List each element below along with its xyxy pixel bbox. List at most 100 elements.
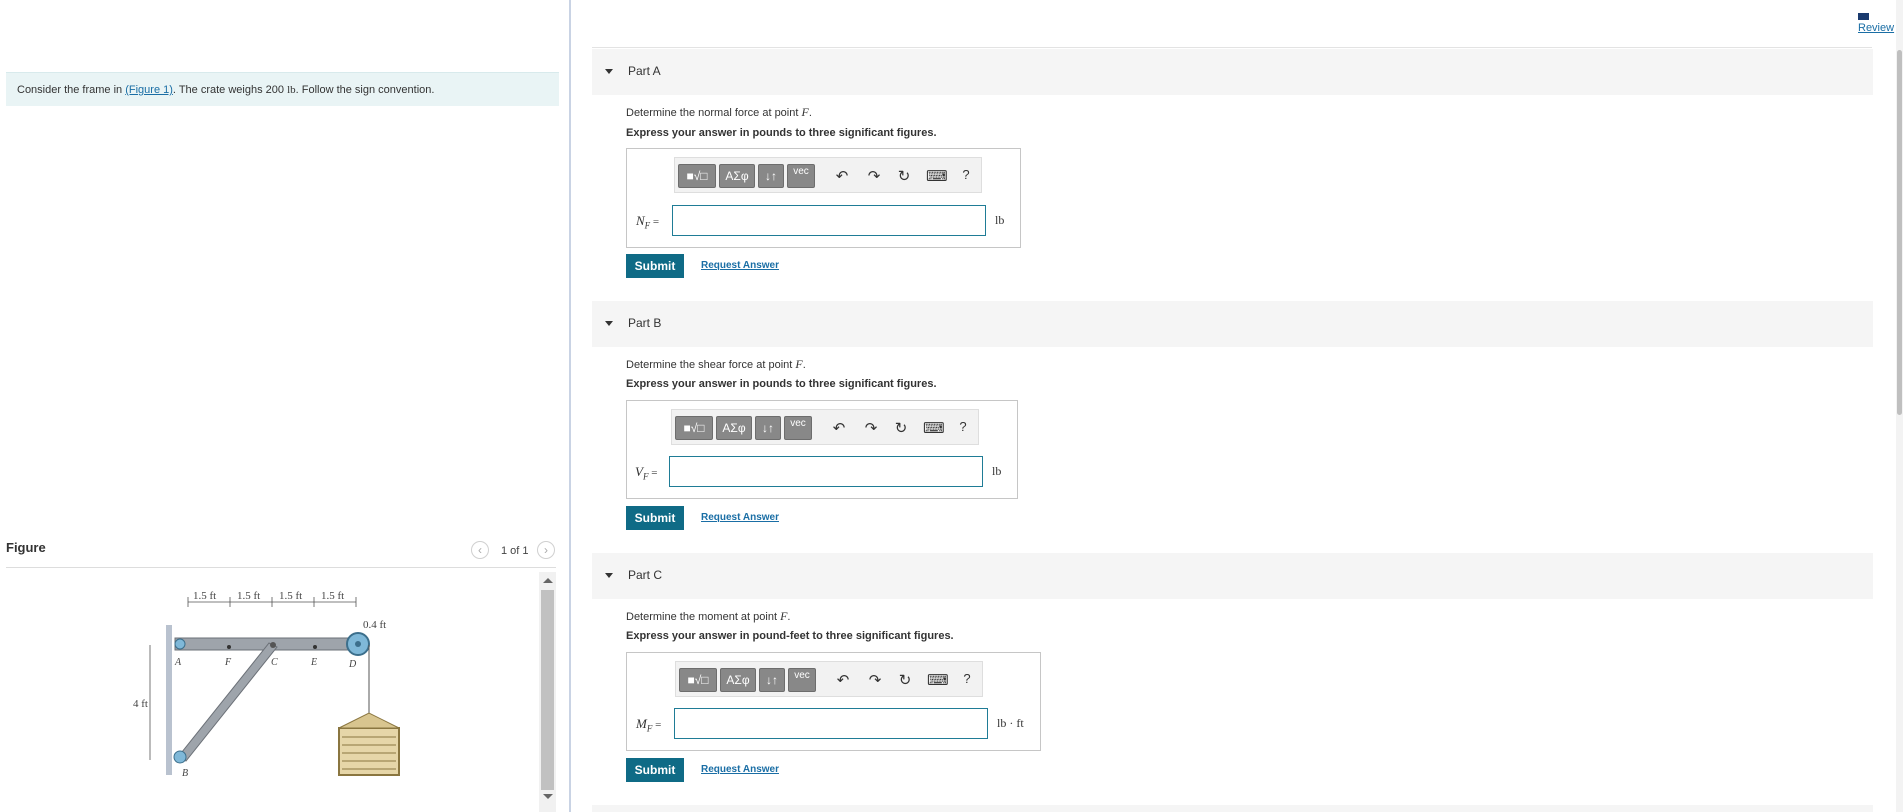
- label-e: E: [310, 657, 317, 668]
- redo-icon[interactable]: ↷: [862, 419, 880, 437]
- point-e-marker: [313, 645, 317, 649]
- part-c-answer-box: ■√□ AΣφ ↓↑ vec ↶ ↷ ↻ ⌨ ? MF = lb · ft: [626, 652, 1041, 751]
- part-a-point: F: [801, 105, 809, 119]
- part-a-header[interactable]: Part A: [592, 49, 1873, 95]
- part-a-math-toolbar: ■√□ AΣφ ↓↑ vec ↶ ↷ ↻ ⌨ ?: [674, 157, 982, 193]
- part-a-answer-input[interactable]: [672, 205, 986, 236]
- part-b-answer-box: ■√□ AΣφ ↓↑ vec ↶ ↷ ↻ ⌨ ? VF = lb: [626, 400, 1018, 499]
- part-a-variable: NF =: [636, 213, 659, 231]
- part-b-answer-input[interactable]: [669, 456, 983, 487]
- part-a-submit-button[interactable]: Submit: [626, 254, 684, 278]
- undo-icon[interactable]: ↶: [834, 671, 852, 689]
- part-b-label: Part B: [628, 316, 662, 330]
- arrows-button[interactable]: ↓↑: [758, 164, 784, 188]
- part-c-variable: MF =: [636, 716, 661, 734]
- caret-down-icon: [605, 69, 613, 74]
- part-a-request-answer[interactable]: Request Answer: [701, 260, 779, 271]
- review-label: Review: [1858, 22, 1895, 34]
- part-c-unit: lb · ft: [997, 716, 1024, 730]
- dim-label-4: 1.5 ft: [321, 590, 344, 602]
- intro-prefix: Consider the frame in: [17, 84, 126, 96]
- keyboard-icon[interactable]: ⌨: [927, 671, 949, 689]
- help-icon[interactable]: ?: [954, 419, 972, 434]
- label-c: C: [271, 657, 278, 668]
- part-b-header[interactable]: Part B: [592, 301, 1873, 347]
- chevron-right-icon[interactable]: ›: [537, 541, 555, 559]
- pin-c: [270, 642, 276, 648]
- part-b-request-answer[interactable]: Request Answer: [701, 512, 779, 523]
- pin-b: [173, 750, 187, 764]
- figure-divider: [6, 567, 556, 568]
- intro-unit: lb: [287, 84, 296, 96]
- left-pane: Consider the frame in (Figure 1). The cr…: [0, 0, 569, 812]
- book-icon: [1858, 12, 1869, 20]
- part-a-instructions: Express your answer in pounds to three s…: [626, 127, 937, 139]
- part-b-point: F: [795, 357, 803, 371]
- pulley-hub: [355, 641, 361, 647]
- label-f: F: [224, 657, 232, 668]
- part-c-equals: =: [652, 719, 662, 731]
- part-a-var-symbol: N: [636, 213, 645, 228]
- templates-button[interactable]: ■√□: [679, 668, 717, 692]
- figure-scrollbar[interactable]: [539, 572, 556, 812]
- part-c-question: Determine the moment at point F.: [626, 609, 791, 623]
- part-b-question: Determine the shear force at point F.: [626, 357, 806, 371]
- part-c-header[interactable]: Part C: [592, 553, 1873, 599]
- greek-button[interactable]: AΣφ: [716, 416, 752, 440]
- part-c-math-toolbar: ■√□ AΣφ ↓↑ vec ↶ ↷ ↻ ⌨ ?: [675, 661, 983, 697]
- undo-icon[interactable]: ↶: [830, 419, 848, 437]
- part-b-var-symbol: V: [635, 464, 643, 479]
- part-c-answer-input[interactable]: [674, 708, 988, 739]
- keyboard-icon[interactable]: ⌨: [923, 419, 945, 437]
- part-c-question-text: Determine the moment at point: [626, 611, 781, 623]
- label-b: B: [182, 768, 188, 779]
- part-a-unit: lb: [995, 213, 1005, 227]
- part-c-request-answer[interactable]: Request Answer: [701, 764, 779, 775]
- part-c-submit-button[interactable]: Submit: [626, 758, 684, 782]
- help-icon[interactable]: ?: [957, 167, 975, 182]
- reset-icon[interactable]: ↻: [892, 419, 910, 437]
- arrows-button[interactable]: ↓↑: [759, 668, 785, 692]
- greek-button[interactable]: AΣφ: [719, 164, 755, 188]
- top-divider: [592, 47, 1872, 48]
- part-b-variable: VF =: [635, 464, 657, 482]
- keyboard-icon[interactable]: ⌨: [926, 167, 948, 185]
- figure-scroll-thumb[interactable]: [541, 590, 554, 790]
- templates-button[interactable]: ■√□: [675, 416, 713, 440]
- help-icon[interactable]: ?: [958, 671, 976, 686]
- redo-icon[interactable]: ↷: [866, 671, 884, 689]
- undo-icon[interactable]: ↶: [833, 167, 851, 185]
- part-a-label: Part A: [628, 64, 661, 78]
- height-label: 4 ft: [133, 698, 148, 710]
- part-a-equals: =: [650, 216, 660, 228]
- caret-down-icon: [605, 573, 613, 578]
- chevron-left-icon[interactable]: ‹: [471, 541, 489, 559]
- redo-icon[interactable]: ↷: [865, 167, 883, 185]
- dim-label-1: 1.5 ft: [193, 590, 216, 602]
- scroll-down-icon[interactable]: [543, 794, 553, 799]
- figure-link[interactable]: (Figure 1): [125, 84, 173, 96]
- vec-button[interactable]: vec: [784, 416, 812, 440]
- part-b-question-text: Determine the shear force at point: [626, 359, 796, 371]
- part-d-header-partial: [592, 805, 1873, 812]
- page-scrollbar[interactable]: [1896, 0, 1903, 812]
- scroll-up-icon[interactable]: [543, 578, 553, 583]
- reset-icon[interactable]: ↻: [895, 167, 913, 185]
- part-c-instructions: Express your answer in pound-feet to thr…: [626, 630, 954, 642]
- vec-button[interactable]: vec: [788, 668, 816, 692]
- greek-button[interactable]: AΣφ: [720, 668, 756, 692]
- pane-divider[interactable]: [569, 0, 571, 812]
- part-b-submit-button[interactable]: Submit: [626, 506, 684, 530]
- arrows-button[interactable]: ↓↑: [755, 416, 781, 440]
- label-a: A: [174, 657, 182, 668]
- label-d: D: [348, 659, 357, 670]
- vec-button[interactable]: vec: [787, 164, 815, 188]
- templates-button[interactable]: ■√□: [678, 164, 716, 188]
- part-b-unit: lb: [992, 464, 1002, 478]
- intro-middle: . The crate weighs 200: [172, 84, 288, 96]
- part-c-point: F: [780, 609, 788, 623]
- pin-a: [174, 638, 186, 650]
- reset-icon[interactable]: ↻: [896, 671, 914, 689]
- part-b-equals: =: [648, 467, 658, 479]
- page-scroll-thumb[interactable]: [1897, 50, 1902, 415]
